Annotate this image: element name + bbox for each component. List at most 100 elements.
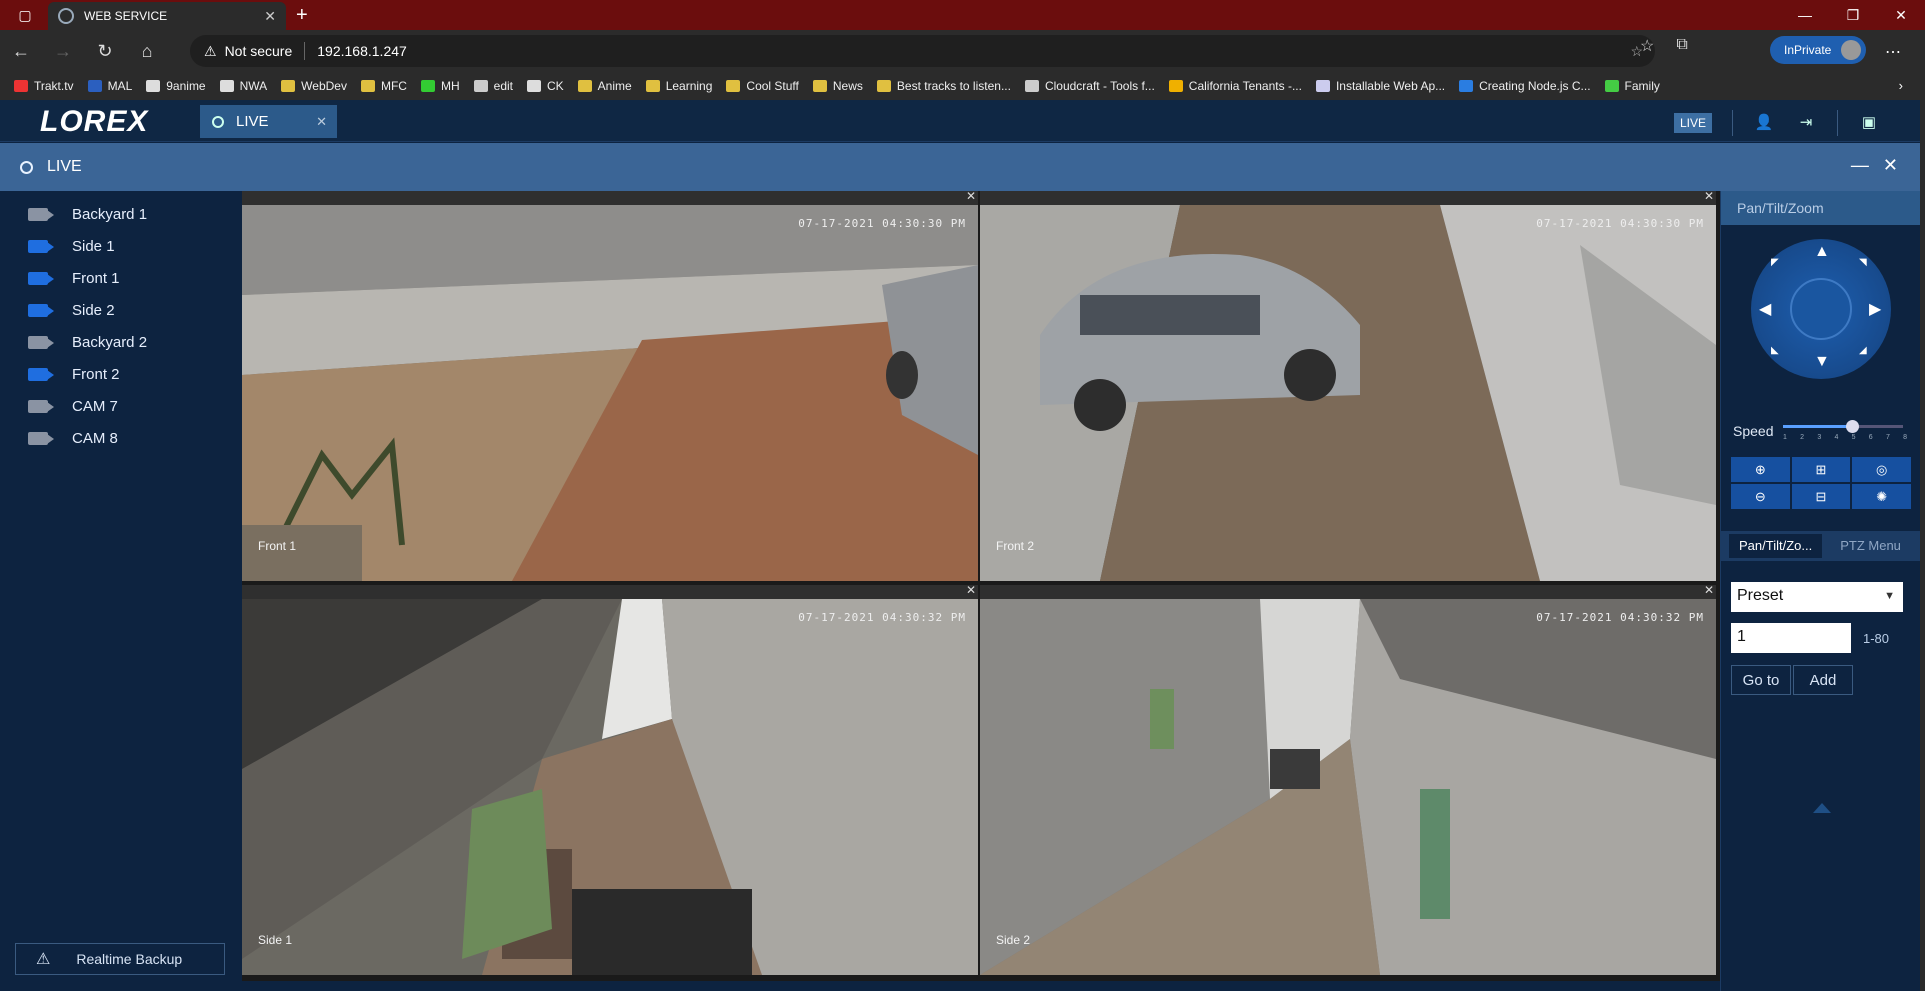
speed-slider[interactable] [1783,420,1903,433]
bookmark-item[interactable]: NWA [219,79,268,93]
bookmark-item[interactable]: MH [420,79,460,93]
bookmark-item[interactable]: News [812,79,863,93]
bookmark-item[interactable]: Installable Web Ap... [1315,79,1445,93]
more-icon[interactable]: ⋯ [1885,42,1901,62]
bookmark-item[interactable]: Trakt.tv [14,79,74,93]
tab-ptz-menu[interactable]: PTZ Menu [1830,534,1911,558]
bookmark-item[interactable]: edit [473,79,513,93]
bookmark-item[interactable]: Cool Stuff [726,79,799,93]
forward-icon[interactable]: → [42,41,84,62]
back-icon[interactable]: ← [0,41,42,62]
logout-icon[interactable]: ⇥ [1795,113,1817,133]
collapse-up-icon[interactable] [1813,803,1831,813]
bookmark-icon [473,80,488,92]
display-settings-icon[interactable]: ▣ [1858,113,1880,133]
pan-up-left-icon[interactable]: ◤ [1771,257,1779,268]
pan-down-right-icon[interactable]: ◢ [1859,345,1867,356]
pan-left-icon[interactable]: ◀ [1759,299,1771,319]
pan-up-right-icon[interactable]: ◥ [1859,257,1867,268]
tile-close-icon[interactable]: ✕ [966,585,976,597]
camera-feed-image [242,599,978,975]
zoom-out-icon[interactable]: ⊖ [1731,484,1790,509]
camera-item[interactable]: Backyard 1 [0,198,242,230]
tile-label: Side 2 [996,933,1031,947]
bookmark-label: NWA [239,79,268,93]
browser-tab[interactable]: WEB SERVICE ✕ [48,2,286,30]
minimize-icon[interactable]: — [1781,0,1829,30]
video-tile[interactable]: ✕ 07-17-2021 04:30:30 PM Front 1 [242,191,978,581]
bookmark-item[interactable]: Family [1604,79,1660,93]
iris-open-icon[interactable]: ◎ [1852,457,1911,482]
new-tab-icon[interactable]: + [296,4,308,27]
bookmark-item[interactable]: Best tracks to listen... [876,79,1011,93]
address-bar[interactable]: ⚠ Not secure 192.168.1.247 ☆ [190,35,1655,67]
window-menu-icon[interactable]: ▢ [14,7,36,24]
url-text[interactable]: 192.168.1.247 [317,43,407,59]
ptz-joystick[interactable]: ▲ ▼ ◀ ▶ ◤ ◥ ◣ ◢ [1751,239,1891,379]
reload-icon[interactable]: ↻ [84,41,126,62]
zoom-in-icon[interactable]: ⊕ [1731,457,1790,482]
user-icon[interactable]: 👤 [1753,113,1775,133]
bookmarks-bar: Trakt.tv MAL 9anime NWA WebDev MFC MH edit CK Ani… [0,72,1925,100]
bookmark-item[interactable]: CK [527,79,564,93]
bookmark-item[interactable]: Anime [577,79,632,93]
tile-close-icon[interactable]: ✕ [1704,585,1714,597]
tile-close-icon[interactable]: ✕ [1704,191,1714,203]
live-section-bar: LIVE — ✕ [0,143,1920,191]
focus-in-icon[interactable]: ⊞ [1791,457,1851,482]
close-window-icon[interactable]: ✕ [1877,0,1925,30]
bookmark-item[interactable]: WebDev [281,79,347,93]
video-tile[interactable]: ✕ 07-17-2021 04:30:30 PM Front 2 [980,191,1716,581]
camera-item[interactable]: Front 1 [0,262,242,294]
speed-slider-handle[interactable] [1845,420,1859,433]
live-tab-close-icon[interactable]: ✕ [316,114,327,130]
restore-icon[interactable]: ❐ [1829,0,1877,30]
timestamp: 07-17-2021 04:30:30 PM [1536,217,1704,230]
bookmarks-more-icon[interactable]: › [1899,78,1903,93]
close-panel-icon[interactable]: ✕ [1883,155,1898,176]
tab-pan-tilt-zoom[interactable]: Pan/Tilt/Zo... [1729,534,1823,558]
goto-button[interactable]: Go to [1731,665,1791,695]
scrollbar-track[interactable] [1920,100,1925,991]
iris-close-icon[interactable]: ✺ [1852,484,1911,509]
preset-select[interactable]: Preset ▼ [1731,582,1903,612]
bookmark-item[interactable]: MFC [360,79,407,93]
pan-down-left-icon[interactable]: ◣ [1771,345,1779,356]
camera-item[interactable]: CAM 7 [0,390,242,422]
ptz-title: Pan/Tilt/Zoom [1721,191,1920,225]
tile-strip [980,585,1716,599]
pan-right-icon[interactable]: ▶ [1869,299,1881,319]
bookmark-item[interactable]: Creating Node.js C... [1459,79,1591,93]
bookmark-item[interactable]: Cloudcraft - Tools f... [1024,79,1155,93]
preset-number-input[interactable]: 1 [1731,623,1851,653]
camera-item[interactable]: Backyard 2 [0,326,242,358]
video-tile[interactable]: ✕ 07-17-2021 04:30:32 PM Side 1 [242,585,978,975]
tab-live[interactable]: LIVE ✕ [200,105,337,138]
minimize-panel-icon[interactable]: — [1851,155,1869,176]
realtime-backup-button[interactable]: ⚠ Realtime Backup [15,943,225,975]
home-icon[interactable]: ⌂ [126,41,168,62]
bookmark-item[interactable]: Learning [645,79,712,93]
camera-item[interactable]: Side 1 [0,230,242,262]
favorites-icon[interactable]: ☆ [1640,36,1654,56]
bookmark-item[interactable]: MAL [87,79,132,93]
video-tile[interactable]: ✕ 07-17-2021 04:30:32 PM Side 2 [980,585,1716,975]
camera-item[interactable]: CAM 8 [0,422,242,454]
tile-close-icon[interactable]: ✕ [966,191,976,203]
pan-up-icon[interactable]: ▲ [1814,243,1830,261]
tab-close-icon[interactable]: ✕ [264,8,276,25]
pan-down-icon[interactable]: ▼ [1814,353,1830,371]
ptz-center-button[interactable] [1790,278,1852,340]
collections-icon[interactable]: ⧉ [1676,36,1687,56]
live-badge[interactable]: LIVE [1673,113,1712,133]
focus-out-icon[interactable]: ⊟ [1791,484,1851,509]
bookmark-item[interactable]: California Tenants -... [1168,79,1302,93]
add-button[interactable]: Add [1793,665,1853,695]
speed-tick: 3 [1817,434,1822,441]
camera-label: CAM 8 [72,429,118,447]
camera-item[interactable]: Side 2 [0,294,242,326]
inprivate-badge[interactable]: InPrivate [1770,36,1866,64]
bookmark-item[interactable]: 9anime [146,79,206,93]
bookmark-icon [812,80,827,92]
camera-item[interactable]: Front 2 [0,358,242,390]
